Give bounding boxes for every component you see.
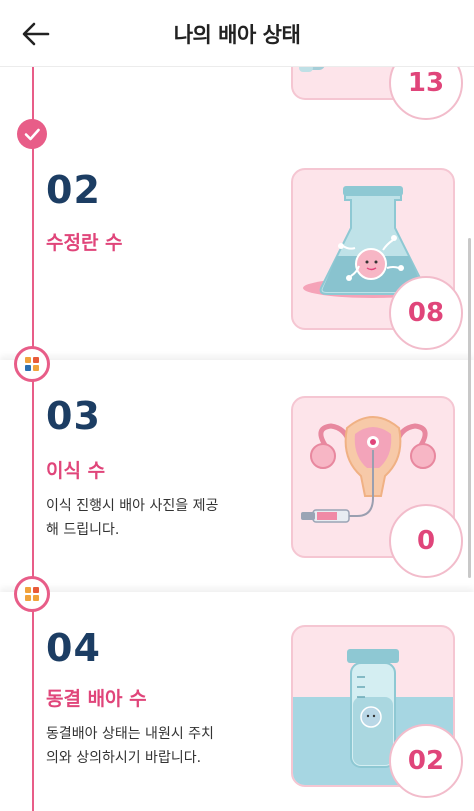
transfer-count: 0 <box>389 504 463 578</box>
item-label: 수정란 수 <box>46 232 123 254</box>
app-header: 나의 배아 상태 <box>0 0 474 67</box>
item-label: 동결 배아 수 <box>46 688 147 710</box>
fertilized-egg-count: 08 <box>389 276 463 350</box>
grid-status-icon <box>14 576 50 612</box>
scrollbar[interactable] <box>468 238 471 578</box>
item-number: 02 <box>46 168 101 212</box>
page-title: 나의 배아 상태 <box>173 23 301 47</box>
frozen-embryo-count: 02 <box>389 724 463 798</box>
embryo-section-frozen: 04 동결 배아 수 동결배아 상태는 내원시 주치 의와 상의하시기 바랍니다… <box>0 592 474 811</box>
embryo-section-transfer: 03 이식 수 이식 진행시 배아 사진을 제공 해 드립니다. 0 <box>0 360 474 592</box>
grid-status-icon <box>14 346 50 382</box>
item-number: 04 <box>46 626 101 670</box>
item-number: 03 <box>46 394 101 438</box>
item-label: 이식 수 <box>46 460 106 482</box>
check-circle-icon <box>17 119 47 149</box>
embryo-section-fertilized: 13 02 수정란 수 08 <box>0 46 474 360</box>
item-description: 동결배아 상태는 내원시 주치 의와 상의하시기 바랍니다. <box>46 726 214 766</box>
timeline-line <box>32 66 34 811</box>
item-description: 이식 진행시 배아 사진을 제공 해 드립니다. <box>46 498 219 538</box>
